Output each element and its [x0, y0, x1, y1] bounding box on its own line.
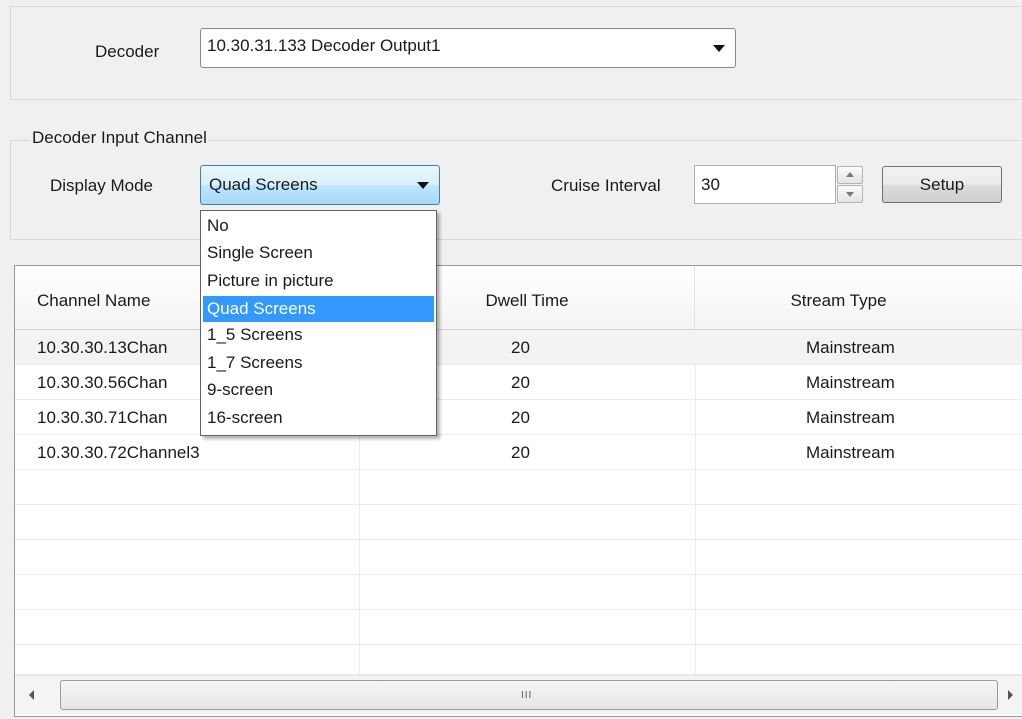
cell-dwell-time: 20 — [511, 373, 530, 392]
dropdown-option-9-screen[interactable]: 9-screen — [203, 379, 434, 401]
display-mode-dropdown-list: No Single Screen Picture in picture Quad… — [200, 210, 437, 436]
cruise-interval-label: Cruise Interval — [551, 176, 661, 195]
channel-table: Channel Name Dwell Time Stream Type 10.3… — [14, 265, 1022, 717]
empty-row — [15, 470, 1022, 505]
horizontal-scrollbar[interactable]: III — [15, 675, 1022, 714]
decoder-select-value: 10.30.31.133 Decoder Output1 — [207, 36, 441, 55]
dropdown-option-1-7-screens[interactable]: 1_7 Screens — [203, 352, 434, 374]
spin-up-button[interactable] — [837, 166, 863, 184]
setup-button[interactable]: Setup — [882, 166, 1002, 203]
table-row[interactable]: 10.30.30.72Channel3 20 Mainstream — [15, 435, 1022, 470]
table-row[interactable]: 10.30.30.56Chan 20 Mainstream — [15, 365, 1022, 400]
dropdown-option-picture-in-picture[interactable]: Picture in picture — [203, 270, 434, 292]
empty-row — [15, 575, 1022, 610]
cell-stream-type: Mainstream — [806, 373, 895, 392]
cell-channel-name: 10.30.30.71Chan — [37, 408, 168, 427]
dropdown-option-16-screen[interactable]: 16-screen — [203, 407, 434, 429]
table-row[interactable]: 10.30.30.71Chan 20 Mainstream — [15, 400, 1022, 435]
display-mode-value: Quad Screens — [209, 175, 318, 194]
cell-channel-name: 10.30.30.13Chan — [37, 338, 168, 357]
empty-row — [15, 505, 1022, 540]
cruise-interval-input[interactable]: 30 — [694, 165, 836, 204]
table-row[interactable]: 10.30.30.13Chan 20 Mainstream — [15, 330, 1022, 365]
cell-stream-type: Mainstream — [806, 338, 895, 357]
cruise-interval-value: 30 — [701, 175, 720, 194]
scrollbar-thumb[interactable]: III — [60, 680, 998, 710]
spin-down-button[interactable] — [837, 185, 863, 203]
cell-stream-type: Mainstream — [806, 408, 895, 427]
dropdown-option-single-screen[interactable]: Single Screen — [203, 242, 434, 264]
empty-row — [15, 610, 1022, 645]
dropdown-option-1-5-screens[interactable]: 1_5 Screens — [203, 324, 434, 346]
cell-stream-type: Mainstream — [806, 443, 895, 462]
arrow-up-icon — [846, 172, 854, 177]
grip-icon: III — [521, 690, 533, 701]
display-mode-label: Display Mode — [50, 176, 153, 195]
scroll-right-icon[interactable] — [1008, 690, 1013, 700]
cell-channel-name: 10.30.30.56Chan — [37, 373, 168, 392]
decoder-select[interactable]: 10.30.31.133 Decoder Output1 — [200, 28, 736, 68]
cell-dwell-time: 20 — [511, 443, 530, 462]
cell-channel-name: 10.30.30.72Channel3 — [37, 443, 200, 462]
scroll-left-icon[interactable] — [29, 690, 34, 700]
decoder-label: Decoder — [95, 42, 160, 61]
dropdown-option-quad-screens[interactable]: Quad Screens — [203, 296, 434, 322]
chevron-down-icon — [417, 182, 429, 189]
input-channel-group — [10, 140, 1021, 240]
dropdown-option-no[interactable]: No — [203, 215, 434, 237]
empty-row — [15, 540, 1022, 575]
column-header-stream-type[interactable]: Stream Type — [695, 266, 1022, 330]
empty-row — [15, 645, 1022, 675]
display-mode-select[interactable]: Quad Screens — [200, 165, 440, 205]
cell-dwell-time: 20 — [511, 338, 530, 357]
group-title: Decoder Input Channel — [30, 128, 209, 148]
chevron-down-icon — [713, 45, 725, 52]
arrow-down-icon — [846, 192, 854, 197]
cell-dwell-time: 20 — [511, 408, 530, 427]
